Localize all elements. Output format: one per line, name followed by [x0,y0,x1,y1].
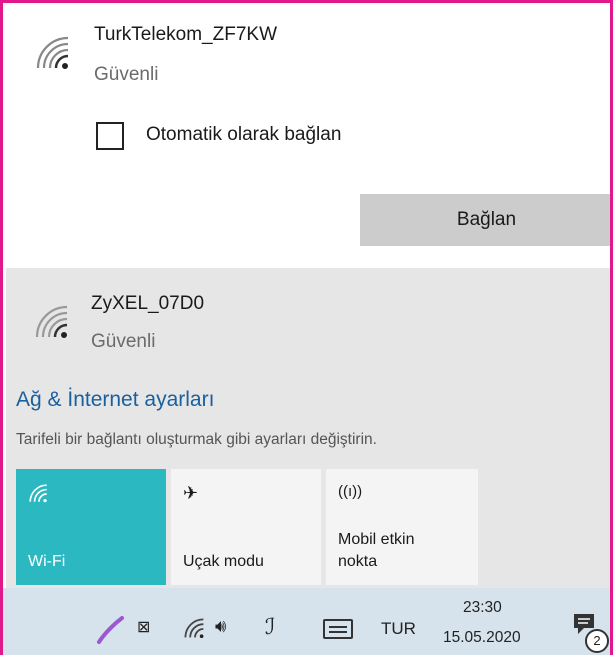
network-settings-description: Tarifeli bir bağlantı oluşturmak gibi ay… [16,431,377,448]
network-disconnected-icon[interactable]: ⊠ [137,617,150,637]
clock-time[interactable]: 23:30 [463,599,502,617]
quick-action-airplane-mode[interactable]: ✈ Uçak modu [171,469,321,585]
quick-action-label-line1: Mobil etkin [338,531,415,548]
network-settings-link[interactable]: Ağ & İnternet ayarları [16,388,214,412]
network-security-status: Güvenli [91,331,156,352]
auto-connect-checkbox[interactable] [96,122,124,150]
hotspot-icon: ((ı)) [338,483,363,500]
network-name: ZyXEL_07D0 [91,293,205,314]
wifi-icon [29,484,47,503]
quick-action-label-line2: nokta [338,553,378,570]
network-security-status: Güvenli [94,64,159,85]
input-language[interactable]: TUR [381,619,416,639]
quick-action-wifi[interactable]: Wi-Fi [16,469,166,585]
clock-date[interactable]: 15.05.2020 [443,629,521,647]
quick-action-label: Uçak modu [183,553,264,570]
connect-button[interactable]: Bağlan [360,194,610,246]
network-name: TurkTelekom_ZF7KW [94,24,277,45]
quick-action-label: Wi-Fi [28,553,66,570]
wifi-icon[interactable] [183,617,207,641]
selected-network-panel[interactable]: TurkTelekom_ZF7KW Güvenli Otomatik olara… [6,6,610,268]
quick-action-mobile-hotspot[interactable]: ((ı)) Mobil etkin nokta [326,469,478,585]
network-flyout: TurkTelekom_ZF7KW Güvenli Otomatik olara… [0,0,613,655]
pen-icon[interactable] [95,615,125,645]
wifi-signal-icon [35,305,68,338]
wifi-signal-icon [36,36,69,69]
airplane-icon: ✈ [183,483,199,503]
keyboard-icon[interactable] [323,619,353,639]
auto-connect-label[interactable]: Otomatik olarak bağlan [146,124,341,146]
quick-action-label: Mobil etkin nokta [338,529,414,573]
volume-icon[interactable]: 🔊︎ [215,616,226,637]
stylus-icon[interactable]: ℐ [265,614,275,640]
notification-count-badge: 2 [585,629,609,653]
